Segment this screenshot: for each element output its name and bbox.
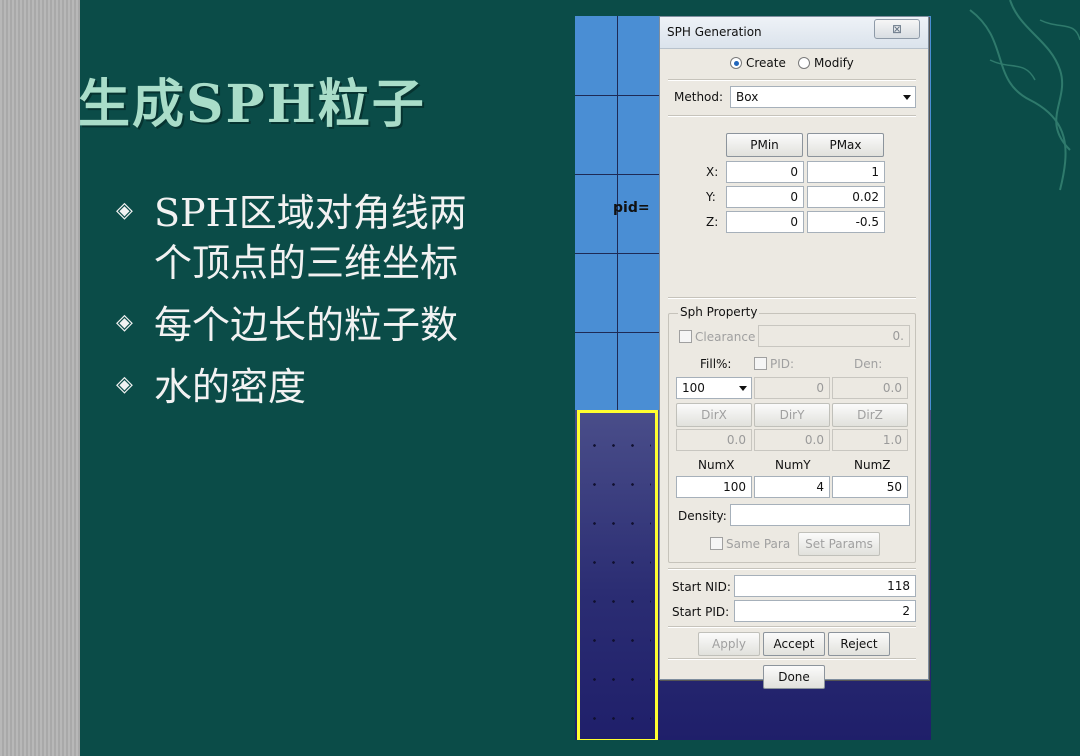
separator	[668, 626, 916, 628]
dirz-field[interactable]: 1.0	[832, 429, 908, 451]
start-nid-field[interactable]: 118	[734, 575, 916, 597]
bullet-text: SPH区域对角线两	[154, 191, 467, 235]
set-params-button[interactable]: Set Params	[798, 532, 880, 556]
sph-property-title: Sph Property	[678, 305, 760, 319]
bullet-list: ◈ SPH区域对角线两 个顶点的三维坐标 ◈ 每个边长的粒子数 ◈ 水的密度	[116, 188, 536, 424]
create-radio[interactable]	[730, 57, 742, 69]
pid-field[interactable]: 0	[754, 377, 830, 399]
den-field[interactable]: 0.0	[832, 377, 908, 399]
diry-field[interactable]: 0.0	[754, 429, 830, 451]
mesh-line	[575, 174, 665, 175]
y-label: Y:	[706, 190, 716, 204]
bullet-item: ◈ 水的密度	[116, 362, 536, 412]
bullet-diamond-icon: ◈	[116, 198, 133, 223]
separator	[668, 568, 916, 570]
clearance-checkbox[interactable]	[679, 330, 692, 343]
dialog-body: Create Modify Method: Box PMin PMax X: 0…	[664, 53, 924, 689]
modify-label: Modify	[814, 56, 854, 70]
selection-highlight	[577, 410, 658, 740]
dirz-button[interactable]: DirZ	[832, 403, 908, 427]
bullet-item: ◈ 每个边长的粒子数	[116, 300, 536, 350]
z-pmax-field[interactable]: -0.5	[807, 211, 885, 233]
method-value: Box	[736, 90, 759, 104]
dialog-title: SPH Generation	[667, 25, 762, 39]
z-label: Z:	[706, 215, 719, 229]
apply-button[interactable]: Apply	[698, 632, 760, 656]
same-para-label: Same Para	[726, 537, 791, 551]
x-pmax-field[interactable]: 1	[807, 161, 885, 183]
accept-button[interactable]: Accept	[763, 632, 825, 656]
x-label: X:	[706, 165, 719, 179]
clearance-label: Clearance	[695, 330, 756, 344]
chevron-down-icon	[903, 95, 911, 100]
x-pmin-field[interactable]: 0	[726, 161, 804, 183]
close-button[interactable]: ⊠	[874, 19, 920, 39]
pid-checkbox[interactable]	[754, 357, 767, 370]
chevron-down-icon	[739, 386, 747, 391]
fill-select[interactable]: 100	[676, 377, 752, 399]
fill-value: 100	[682, 381, 705, 395]
bullet-text: 水的密度	[154, 365, 307, 409]
separator	[668, 115, 916, 117]
z-pmin-field[interactable]: 0	[726, 211, 804, 233]
clearance-field[interactable]: 0.	[758, 325, 910, 347]
diry-button[interactable]: DirY	[754, 403, 830, 427]
numx-field[interactable]: 100	[676, 476, 752, 498]
y-pmin-field[interactable]: 0	[726, 186, 804, 208]
fill-label: Fill%:	[700, 357, 732, 371]
method-select[interactable]: Box	[730, 86, 916, 108]
slide-title: 生成SPH粒子	[78, 74, 426, 135]
method-label: Method:	[674, 90, 724, 104]
numy-field[interactable]: 4	[754, 476, 830, 498]
create-label: Create	[746, 56, 786, 70]
start-pid-label: Start PID:	[672, 605, 730, 619]
start-nid-label: Start NID:	[672, 580, 731, 594]
numz-field[interactable]: 50	[832, 476, 908, 498]
bullet-text: 个顶点的三维坐标	[154, 241, 459, 285]
dirx-field[interactable]: 0.0	[676, 429, 752, 451]
start-pid-field[interactable]: 2	[734, 600, 916, 622]
dirx-button[interactable]: DirX	[676, 403, 752, 427]
bullet-text: 每个边长的粒子数	[154, 303, 459, 347]
numz-label: NumZ	[854, 458, 891, 472]
done-button[interactable]: Done	[763, 665, 825, 689]
same-para-checkbox[interactable]	[710, 537, 723, 550]
separator	[668, 297, 916, 299]
density-label: Density:	[678, 509, 727, 523]
bullet-diamond-icon: ◈	[116, 310, 133, 335]
pmax-button[interactable]: PMax	[807, 133, 884, 157]
pmin-button[interactable]: PMin	[726, 133, 803, 157]
pid-label: PID:	[770, 357, 795, 371]
density-field[interactable]	[730, 504, 910, 526]
modify-radio[interactable]	[798, 57, 810, 69]
slide-left-strip	[0, 0, 80, 756]
mesh-line	[575, 95, 665, 96]
mesh-line	[575, 253, 665, 254]
numy-label: NumY	[775, 458, 811, 472]
bullet-diamond-icon: ◈	[116, 372, 133, 397]
y-pmax-field[interactable]: 0.02	[807, 186, 885, 208]
sph-generation-dialog: SPH Generation ⊠ Create Modify Method: B…	[659, 16, 929, 689]
reject-button[interactable]: Reject	[828, 632, 890, 656]
den-label: Den:	[854, 357, 883, 371]
numx-label: NumX	[698, 458, 735, 472]
bullet-item: ◈ SPH区域对角线两 个顶点的三维坐标	[116, 188, 536, 288]
separator	[668, 658, 916, 660]
pid-label: pid=	[613, 200, 650, 216]
dialog-titlebar[interactable]: SPH Generation ⊠	[660, 17, 928, 49]
decorative-ornament	[969, 0, 1080, 191]
mesh-line	[575, 332, 665, 333]
separator	[668, 79, 916, 81]
